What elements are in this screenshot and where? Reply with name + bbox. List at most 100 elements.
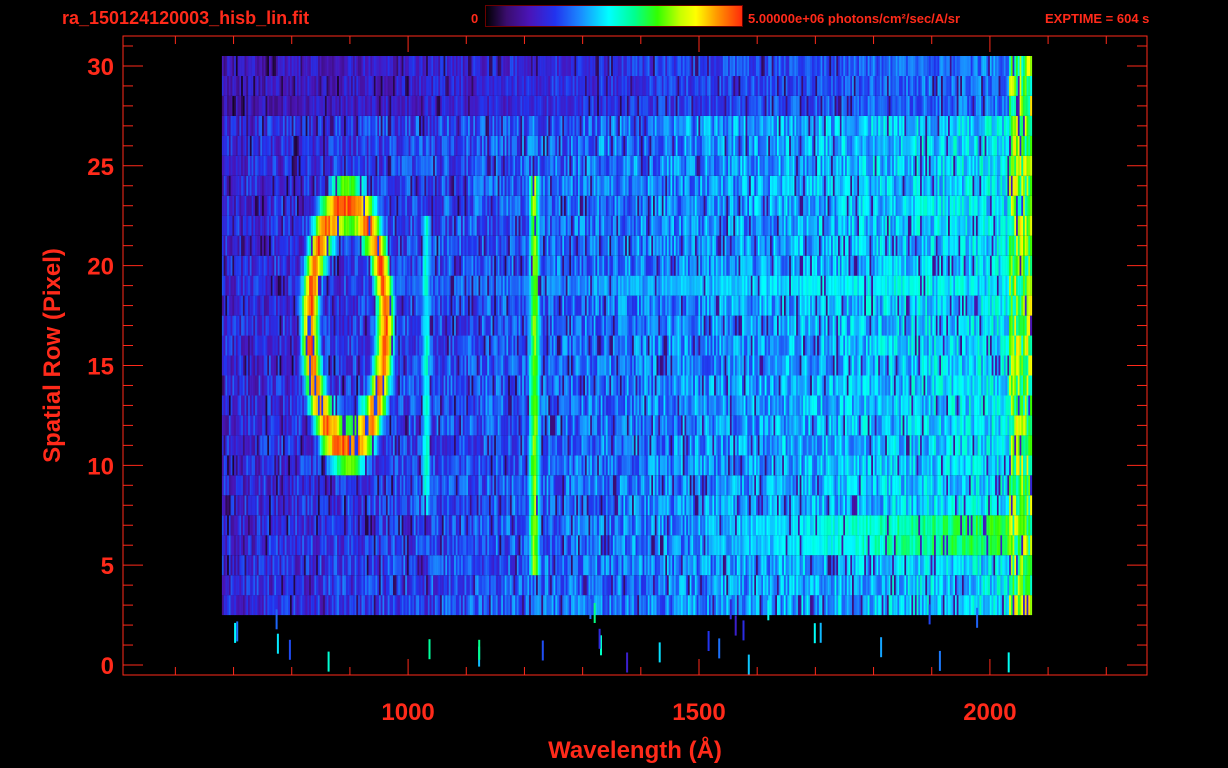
heatmap-cell (883, 575, 886, 596)
heatmap-cell (445, 435, 448, 456)
heatmap-cell (323, 475, 326, 496)
heatmap-cell (701, 455, 704, 476)
heatmap-cell (342, 415, 345, 436)
heatmap-cell (356, 515, 359, 536)
heatmap-cell (817, 455, 820, 476)
heatmap-cell (337, 415, 340, 436)
heatmap-cell (871, 515, 874, 536)
heatmap-cell (660, 555, 662, 576)
heatmap-cell (345, 415, 348, 436)
heatmap-cell (921, 535, 924, 556)
heatmap-cell (426, 475, 429, 496)
heatmap-cell (775, 575, 778, 596)
heatmap-cell (1021, 455, 1024, 476)
heatmap-cell (698, 555, 701, 576)
heatmap-cell (829, 415, 832, 436)
heatmap-cell (284, 395, 287, 416)
heatmap-cell (633, 435, 636, 456)
heatmap-cell (572, 455, 575, 476)
heatmap-cell (410, 515, 413, 536)
heatmap-cell (361, 475, 364, 496)
heatmap-cell (937, 575, 940, 596)
heatmap-cell (806, 515, 809, 536)
heatmap-cell (1023, 415, 1026, 436)
heatmap-cell (951, 515, 954, 536)
heatmap-cell (586, 595, 589, 616)
heatmap-cell (307, 535, 310, 556)
heatmap-cell (886, 415, 889, 436)
heatmap-cell (644, 575, 647, 596)
heatmap-cell (567, 575, 570, 596)
heatmap-cell (256, 455, 259, 476)
heatmap-cell (899, 455, 902, 476)
heatmap-cell (733, 435, 736, 456)
heatmap-cell (441, 435, 444, 456)
heatmap-cell (349, 475, 352, 496)
heatmap-cell (234, 435, 237, 456)
heatmap-cell (937, 415, 940, 436)
heatmap-cell (989, 535, 992, 556)
heatmap-cell (483, 475, 486, 496)
heatmap-cell (394, 555, 397, 576)
heatmap-cell (221, 455, 224, 476)
heatmap-cell (227, 415, 230, 436)
heatmap-cell (614, 535, 617, 556)
heatmap-cell (979, 575, 982, 596)
heatmap-cell (560, 495, 563, 516)
heatmap-cell (1005, 475, 1008, 496)
heatmap-cell (242, 455, 245, 476)
heatmap-cell (867, 415, 870, 436)
heatmap-cell (871, 535, 874, 556)
heatmap-cell (707, 415, 710, 436)
heatmap-cell (522, 595, 525, 616)
heatmap-cell (605, 535, 608, 556)
heatmap-cell (970, 575, 973, 596)
heatmap-cell (736, 415, 739, 436)
heatmap-cell (522, 535, 525, 556)
heatmap-cell (630, 535, 633, 556)
heatmap-cell (490, 455, 493, 476)
heatmap-cell (567, 395, 570, 416)
heatmap-cell (656, 435, 659, 456)
heatmap-cell (967, 575, 970, 596)
heatmap-cell (707, 495, 710, 516)
heatmap-cell (548, 535, 551, 556)
heatmap-cell (783, 475, 786, 496)
heatmap-cell (330, 515, 333, 536)
heatmap-cell (605, 415, 608, 436)
heatmap-cell (276, 395, 278, 416)
heatmap-cell (710, 535, 713, 556)
heatmap-cell (598, 435, 601, 456)
heatmap-cell (225, 555, 228, 576)
heatmap-cell (525, 455, 528, 476)
heatmap-cell (982, 435, 985, 456)
heatmap-cell (239, 555, 242, 576)
heatmap-cell (909, 455, 912, 476)
heatmap-cell (307, 435, 310, 456)
heatmap-cell (399, 455, 402, 476)
heatmap-cell (817, 595, 820, 616)
heatmap-cell (276, 475, 278, 496)
heatmap-cell (775, 595, 778, 616)
heatmap-cell (384, 495, 387, 516)
heatmap-cell (848, 435, 851, 456)
heatmap-cell (246, 475, 249, 496)
heatmap-cell (675, 535, 678, 556)
heatmap-cell (310, 515, 313, 536)
heatmap-cell (787, 515, 790, 536)
heatmap-cell (394, 515, 397, 536)
heatmap-cell (921, 475, 924, 496)
heatmap-cell (886, 435, 889, 456)
heatmap-cell (310, 595, 313, 616)
heatmap-cell (982, 455, 985, 476)
heatmap-cell (464, 515, 467, 536)
heatmap-cell (902, 475, 905, 496)
heatmap-cell (433, 575, 436, 596)
heatmap-cell (291, 415, 294, 436)
heatmap-cell (438, 535, 441, 556)
heatmap-cell (797, 455, 800, 476)
heatmap-cell (640, 595, 643, 616)
heatmap-cell (349, 535, 352, 556)
heatmap-cell (534, 435, 537, 456)
heatmap-cell (941, 555, 943, 576)
